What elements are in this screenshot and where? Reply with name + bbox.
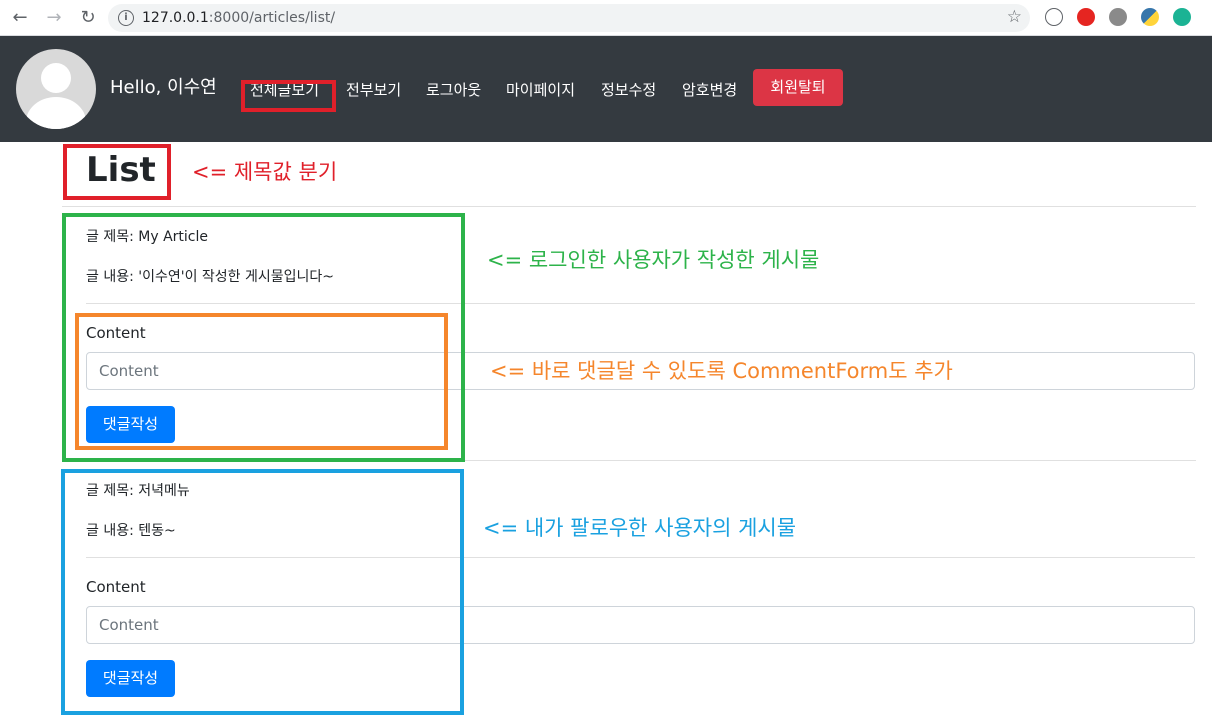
annotation-box-comment-form — [75, 313, 448, 450]
annotation-box-title — [63, 144, 171, 200]
avatar — [16, 49, 96, 129]
nav-edit-profile[interactable]: 정보수정 — [601, 80, 656, 100]
annotation-box-nav — [241, 80, 336, 112]
site-info-icon[interactable]: i — [118, 10, 134, 26]
nav-logout[interactable]: 로그아웃 — [426, 80, 481, 100]
adblock-extension-icon[interactable] — [1077, 8, 1095, 26]
divider — [62, 206, 1196, 207]
page: ← → ↻ i 127.0.0.1:8000/articles/list/ ☆ … — [0, 0, 1212, 720]
forward-arrow-icon[interactable]: → — [42, 6, 66, 30]
annotation-box-followed-post — [61, 469, 464, 715]
extension-icon[interactable] — [1045, 8, 1063, 26]
annotation-own-post-note: <= 로그인한 사용자가 작성한 게시물 — [487, 248, 820, 272]
reload-icon[interactable]: ↻ — [76, 6, 100, 30]
python-extension-icon[interactable] — [1141, 8, 1159, 26]
withdraw-button[interactable]: 회원탈퇴 — [753, 69, 843, 106]
nav-change-password[interactable]: 암호변경 — [682, 80, 737, 100]
annotation-comment-form-note: <= 바로 댓글달 수 있도록 CommentForm도 추가 — [490, 359, 953, 383]
settings-extension-icon[interactable] — [1109, 8, 1127, 26]
nav-view-all[interactable]: 전부보기 — [346, 80, 401, 100]
url-text: 127.0.0.1:8000/articles/list/ — [142, 10, 336, 26]
nav-mypage[interactable]: 마이페이지 — [506, 80, 575, 100]
browser-toolbar: ← → ↻ i 127.0.0.1:8000/articles/list/ ☆ — [0, 0, 1212, 36]
bookmark-star-icon[interactable]: ☆ — [1007, 7, 1022, 27]
annotation-followed-post-note: <= 내가 팔로우한 사용자의 게시물 — [483, 516, 797, 540]
greeting: Hello, 이수연 — [110, 77, 217, 98]
address-bar[interactable]: i 127.0.0.1:8000/articles/list/ ☆ — [108, 4, 1030, 32]
navbar: Hello, 이수연 전체글보기 전부보기 로그아웃 마이페이지 정보수정 암호… — [0, 36, 1212, 142]
annotation-title-note: <= 제목값 분기 — [192, 160, 338, 184]
back-arrow-icon[interactable]: ← — [8, 6, 32, 30]
profile-extension-icon[interactable] — [1173, 8, 1191, 26]
